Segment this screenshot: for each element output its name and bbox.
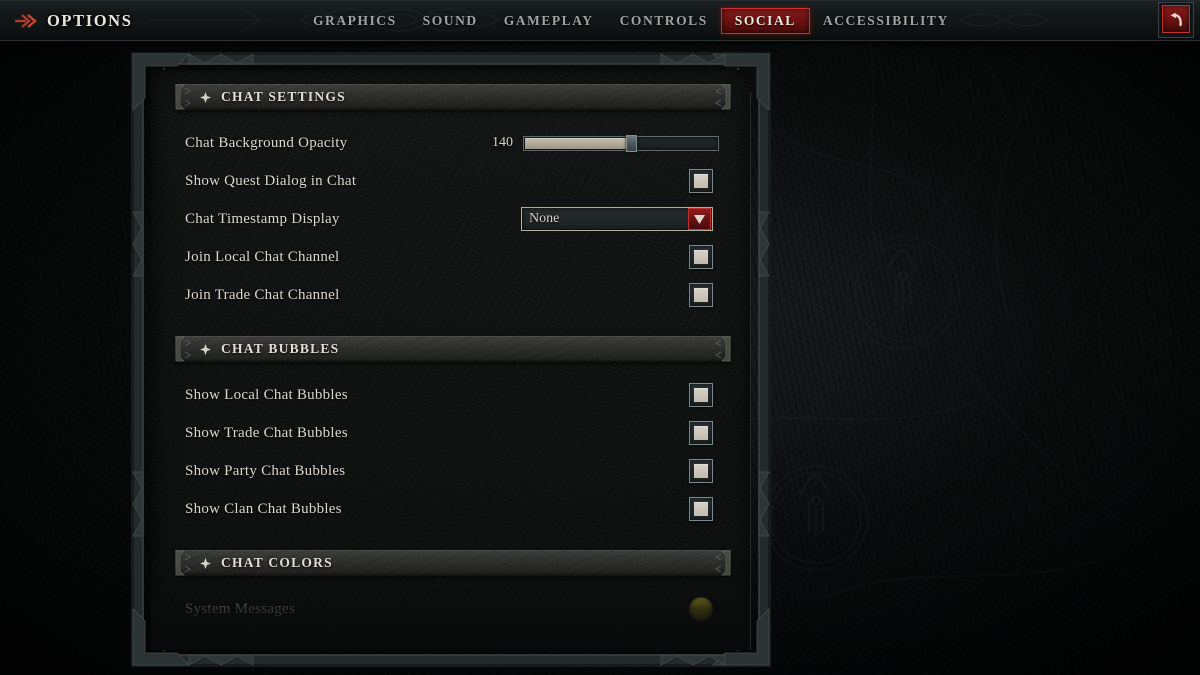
row-label: Show Clan Chat Bubbles <box>185 500 342 517</box>
back-button[interactable] <box>1162 5 1190 33</box>
slider-chat-background-opacity[interactable] <box>523 134 719 152</box>
diamond-ornament-icon <box>200 557 211 569</box>
checkbox-show-trade-chat-bubbles[interactable] <box>689 421 713 445</box>
settings-scrollbar[interactable] <box>750 92 751 650</box>
row-show-party-chat-bubbles: Show Party Chat Bubbles <box>175 452 729 490</box>
slider-value: 140 <box>492 135 513 150</box>
checkbox-fill <box>694 250 708 264</box>
color-swatch-system-messages[interactable] <box>689 597 713 621</box>
row-label: Show Trade Chat Bubbles <box>185 424 348 441</box>
section-body-chat-bubbles: Show Local Chat Bubbles Show Trade Chat … <box>175 362 729 538</box>
row-show-local-chat-bubbles: Show Local Chat Bubbles <box>175 376 729 414</box>
section-header-chat-bubbles: CHAT BUBBLES <box>175 336 731 362</box>
checkbox-show-clan-chat-bubbles[interactable] <box>689 497 713 521</box>
row-join-local-chat-channel: Join Local Chat Channel <box>175 238 729 276</box>
section-cap-right-icon <box>715 550 731 576</box>
row-show-clan-chat-bubbles: Show Clan Chat Bubbles <box>175 490 729 528</box>
checkbox-show-local-chat-bubbles[interactable] <box>689 383 713 407</box>
tab-social[interactable]: SOCIAL <box>720 7 810 34</box>
tab-bar: GRAPHICS SOUND GAMEPLAY CONTROLS SOCIAL … <box>300 7 1200 34</box>
section-header-chat-settings: CHAT SETTINGS <box>175 84 731 110</box>
checkbox-show-party-chat-bubbles[interactable] <box>689 459 713 483</box>
checkbox-fill <box>694 388 708 402</box>
checkbox-fill <box>694 426 708 440</box>
options-title-block: OPTIONS <box>0 11 300 31</box>
row-show-quest-dialog-in-chat: Show Quest Dialog in Chat <box>175 162 729 200</box>
section-title: CHAT COLORS <box>221 555 333 570</box>
tab-graphics[interactable]: GRAPHICS <box>300 8 410 34</box>
section-header-chat-colors: CHAT COLORS <box>175 550 731 576</box>
row-label: System Messages <box>185 600 295 617</box>
section-chat-bubbles: CHAT BUBBLES Show Local Chat Bubbles Sho… <box>175 336 731 538</box>
row-label: Show Quest Dialog in Chat <box>185 172 357 189</box>
dropdown-toggle-button[interactable] <box>688 208 711 230</box>
row-label: Join Local Chat Channel <box>185 248 340 265</box>
slider-fill <box>525 137 630 149</box>
settings-panel: CHAT SETTINGS Chat Background Opacity 14… <box>151 70 751 650</box>
row-chat-timestamp-display: Chat Timestamp Display None <box>175 200 729 238</box>
row-label: Show Local Chat Bubbles <box>185 386 348 403</box>
section-chat-settings: CHAT SETTINGS Chat Background Opacity 14… <box>175 84 731 324</box>
slider-group-opacity: 140 <box>483 134 719 152</box>
chevron-down-icon <box>694 214 705 224</box>
dropdown-selected-value: None <box>529 211 560 226</box>
section-cap-right-icon <box>715 84 731 110</box>
back-arrow-icon <box>1170 12 1182 26</box>
checkbox-fill <box>694 502 708 516</box>
row-chat-background-opacity: Chat Background Opacity 140 <box>175 124 729 162</box>
section-body-chat-colors: System Messages <box>175 576 729 638</box>
tab-sound[interactable]: SOUND <box>410 8 491 34</box>
section-cap-left-icon <box>175 550 191 576</box>
checkbox-show-quest-dialog-in-chat[interactable] <box>689 169 713 193</box>
row-show-trade-chat-bubbles: Show Trade Chat Bubbles <box>175 414 729 452</box>
options-screen: OPTIONS GRAPHICS SOUND GAMEPLAY CONTROLS… <box>0 0 1200 675</box>
row-label: Show Party Chat Bubbles <box>185 462 346 479</box>
row-label: Chat Background Opacity <box>185 134 348 151</box>
section-chat-colors: CHAT COLORS System Messages <box>175 550 731 638</box>
section-body-chat-settings: Chat Background Opacity 140 Show Quest D… <box>175 110 729 324</box>
checkbox-fill <box>694 288 708 302</box>
diamond-ornament-icon <box>200 91 211 103</box>
section-title: CHAT SETTINGS <box>221 89 346 104</box>
tab-gameplay[interactable]: GAMEPLAY <box>491 8 607 34</box>
section-title: CHAT BUBBLES <box>221 341 340 356</box>
checkbox-fill <box>694 464 708 478</box>
checkbox-join-local-chat-channel[interactable] <box>689 245 713 269</box>
slider-handle[interactable] <box>625 134 637 152</box>
section-cap-left-icon <box>175 336 191 362</box>
tab-controls[interactable]: CONTROLS <box>607 8 721 34</box>
double-arrow-icon <box>15 13 37 28</box>
options-panel-frame: CHAT SETTINGS Chat Background Opacity 14… <box>131 52 771 667</box>
row-label: Join Trade Chat Channel <box>185 286 340 303</box>
top-navigation-bar: OPTIONS GRAPHICS SOUND GAMEPLAY CONTROLS… <box>0 0 1200 41</box>
row-join-trade-chat-channel: Join Trade Chat Channel <box>175 276 729 314</box>
checkbox-join-trade-chat-channel[interactable] <box>689 283 713 307</box>
settings-scroll-area[interactable]: CHAT SETTINGS Chat Background Opacity 14… <box>151 70 751 650</box>
tab-accessibility[interactable]: ACCESSIBILITY <box>810 8 962 34</box>
dropdown-chat-timestamp-display[interactable]: None <box>521 207 713 231</box>
row-system-messages: System Messages <box>175 590 729 628</box>
page-title: OPTIONS <box>47 10 133 30</box>
diamond-ornament-icon <box>200 343 211 355</box>
section-cap-left-icon <box>175 84 191 110</box>
section-cap-right-icon <box>715 336 731 362</box>
checkbox-fill <box>694 174 708 188</box>
